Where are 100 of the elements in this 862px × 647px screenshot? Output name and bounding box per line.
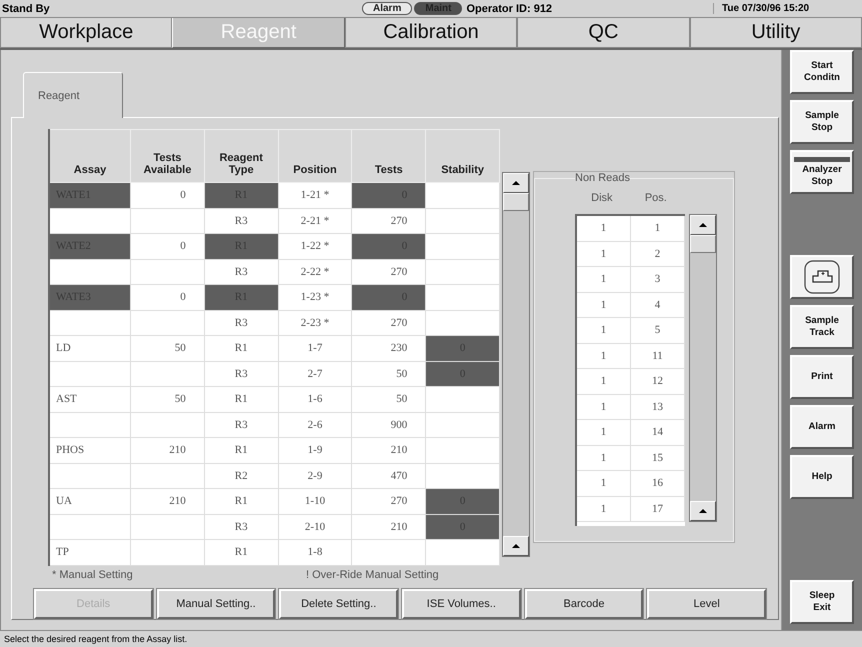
main-tab[interactable]: Workplace — [0, 18, 172, 48]
scrollbar[interactable] — [502, 172, 530, 557]
side-button[interactable]: Alarm — [790, 405, 854, 449]
table-cell: R1 — [204, 438, 278, 463]
table-cell: 210 — [130, 438, 204, 463]
table-cell: 2-22 * — [278, 259, 352, 284]
table-cell: 2-23 * — [278, 310, 352, 336]
arrow-icon — [511, 180, 521, 186]
list-cell: 1 — [577, 292, 631, 317]
table-cell: R3 — [204, 412, 278, 438]
table-cell: R1 — [204, 488, 278, 514]
table-cell: 210 — [130, 488, 204, 514]
table-cell: 0 — [130, 284, 204, 310]
side-button[interactable]: Sleep Exit — [790, 580, 854, 624]
action-button[interactable]: Level — [647, 588, 766, 618]
list-cell: 1 — [577, 471, 631, 496]
list-cell: 16 — [631, 471, 685, 496]
list-cell: 1 — [577, 446, 631, 470]
operator-id: Operator ID: 912 — [466, 2, 552, 14]
side-button[interactable]: Sample Track — [790, 305, 854, 349]
list-cell: 1 — [577, 344, 631, 368]
status-message: Select the desired reagent from the Assay list. — [0, 630, 862, 647]
scroll-thumb[interactable] — [503, 193, 529, 211]
table-cell: 1-9 — [278, 438, 352, 463]
tray-icon — [804, 260, 840, 294]
table-cell: UA — [49, 488, 130, 514]
table-cell: R1 — [204, 540, 278, 565]
scroll-up-button[interactable] — [690, 215, 716, 235]
arrow-icon — [698, 508, 708, 514]
list-cell: 12 — [631, 369, 685, 394]
list-cell: 2 — [631, 242, 685, 266]
action-button[interactable]: Delete Setting.. — [279, 588, 398, 618]
table-cell: 50 — [352, 386, 426, 412]
column-header: Reagent Type — [204, 130, 278, 182]
main-tab[interactable]: Calibration — [344, 18, 518, 48]
side-button[interactable]: Help — [790, 455, 854, 499]
column-header: Assay — [49, 130, 130, 182]
list-cell: 1 — [577, 318, 631, 342]
column-header: Position — [278, 130, 352, 182]
list-cell: 1 — [577, 216, 631, 240]
list-cell: 1 — [577, 496, 631, 521]
arrow-icon — [698, 222, 708, 228]
list-cell: 13 — [631, 394, 685, 419]
legend-note: ! Over-Ride Manual Setting — [306, 568, 439, 580]
main-tab[interactable]: QC — [517, 18, 690, 48]
list-cell: 1 — [577, 267, 631, 292]
list-cell: 1 — [577, 420, 631, 444]
side-button[interactable]: Analyzer Stop — [790, 150, 854, 194]
table-cell: 900 — [352, 412, 426, 438]
action-button[interactable]: ISE Volumes.. — [402, 588, 521, 618]
table-cell: 2-6 — [278, 412, 352, 438]
table-cell: AST — [49, 386, 130, 412]
main-tab[interactable]: Utility — [690, 18, 862, 48]
table-cell: PHOS — [49, 438, 130, 463]
table-cell: 50 — [130, 336, 204, 361]
side-button[interactable]: Print — [790, 355, 854, 399]
table-cell: 2-10 — [278, 514, 352, 540]
status-text: Stand By — [2, 2, 51, 14]
side-button[interactable]: Start Conditn — [790, 50, 854, 94]
scrollbar[interactable] — [689, 214, 717, 522]
table-cell: R1 — [204, 336, 278, 361]
list-cell: 15 — [631, 446, 685, 470]
table-cell: LD — [49, 336, 130, 361]
list-cell: 4 — [631, 292, 685, 317]
table-cell: 1-6 — [278, 386, 352, 412]
side-button[interactable] — [790, 255, 854, 299]
scroll-down-button[interactable] — [503, 536, 529, 556]
scroll-down-button[interactable] — [690, 501, 716, 521]
list-cell: 5 — [631, 318, 685, 342]
table-cell: 270 — [352, 310, 426, 336]
list-cell: 11 — [631, 344, 685, 368]
table-cell: R1 — [204, 386, 278, 412]
table-cell: 1-10 — [278, 488, 352, 514]
column-header: Stability — [426, 130, 500, 182]
list-cell: 3 — [631, 267, 685, 292]
list-cell: 14 — [631, 420, 685, 444]
table-cell: 470 — [352, 463, 426, 488]
table-cell: 1-7 — [278, 336, 352, 361]
table-cell: R3 — [204, 361, 278, 386]
action-button[interactable]: Manual Setting.. — [156, 588, 276, 618]
column-header: Tests Available — [130, 130, 204, 182]
legend-note: * Manual Setting — [52, 568, 134, 580]
scroll-up-button[interactable] — [503, 173, 529, 193]
list-cell: 1 — [577, 369, 631, 394]
table-cell: 2-21 * — [278, 208, 352, 234]
date-time: Tue 07/30/96 15:20 — [713, 3, 862, 14]
table-cell: 2-7 — [278, 361, 352, 386]
scroll-thumb[interactable] — [690, 235, 716, 253]
reagent-tab[interactable]: Reagent — [23, 72, 123, 118]
side-button[interactable]: Sample Stop — [790, 100, 854, 144]
table-cell: 1-8 — [278, 540, 352, 565]
column-header: Disk — [591, 192, 613, 204]
list-cell: 17 — [631, 496, 685, 521]
list-cell: 1 — [577, 394, 631, 419]
list-cell: 1 — [631, 216, 685, 240]
arrow-icon — [511, 543, 521, 549]
group-title: Non Reads — [575, 172, 630, 184]
column-header: Pos. — [644, 192, 667, 204]
action-button[interactable]: Barcode — [524, 588, 644, 618]
table-cell: 2-9 — [278, 463, 352, 488]
